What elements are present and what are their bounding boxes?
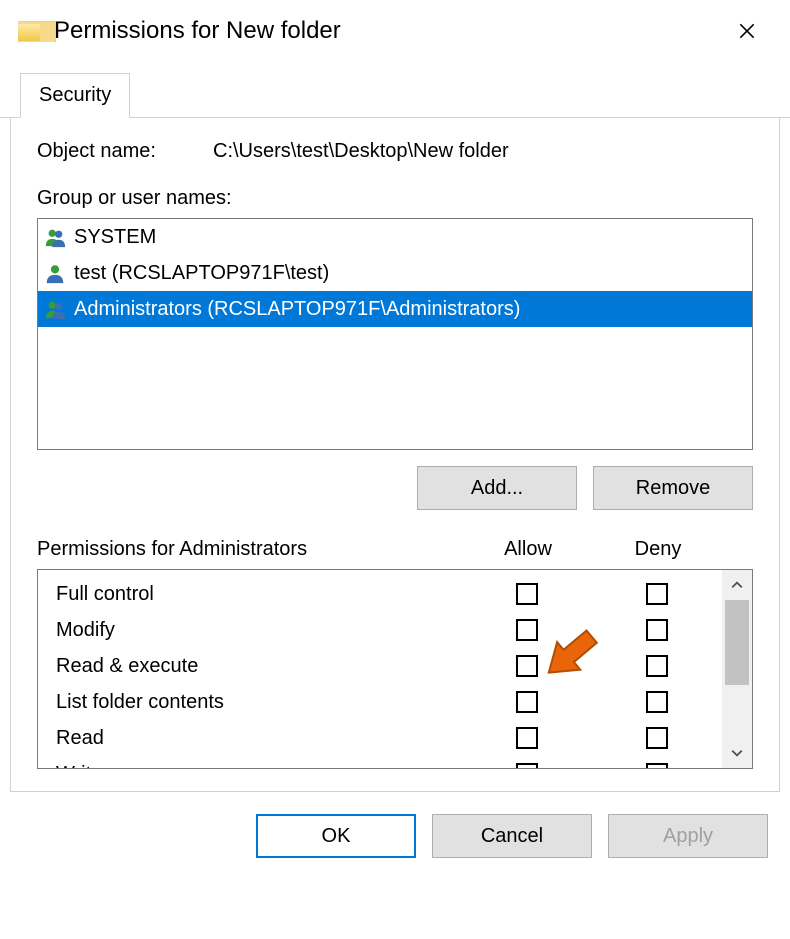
permission-row: Read: [56, 720, 722, 756]
tab-content: Object name: C:\Users\test\Desktop\New f…: [10, 118, 780, 792]
scroll-up-button[interactable]: [722, 570, 752, 600]
permission-name: List folder contents: [56, 691, 462, 714]
deny-checkbox[interactable]: [646, 583, 668, 605]
remove-button[interactable]: Remove: [593, 466, 753, 510]
object-row: Object name: C:\Users\test\Desktop\New f…: [37, 140, 753, 163]
close-button[interactable]: [724, 11, 770, 51]
dialog-footer: OK Cancel Apply: [0, 792, 790, 858]
permissions-for-label: Permissions for Administrators: [37, 538, 463, 561]
chevron-down-icon: [731, 747, 743, 759]
apply-button[interactable]: Apply: [608, 814, 768, 858]
permission-name: Modify: [56, 619, 462, 642]
scroll-track[interactable]: [722, 600, 752, 738]
add-button[interactable]: Add...: [417, 466, 577, 510]
allow-checkbox[interactable]: [516, 763, 538, 768]
permission-row: List folder contents: [56, 684, 722, 720]
object-name-value: C:\Users\test\Desktop\New folder: [213, 140, 509, 163]
permission-name: Read & execute: [56, 655, 462, 678]
permission-row: Read & execute: [56, 648, 722, 684]
chevron-up-icon: [731, 579, 743, 591]
group-item-label: test (RCSLAPTOP971F\test): [74, 262, 329, 285]
group-item-label: Administrators (RCSLAPTOP971F\Administra…: [74, 298, 520, 321]
deny-checkbox[interactable]: [646, 691, 668, 713]
allow-header: Allow: [463, 538, 593, 561]
allow-checkbox[interactable]: [516, 655, 538, 677]
permissions-listbox[interactable]: Full control Modify Read & execute List …: [37, 569, 753, 769]
close-icon: [739, 23, 755, 39]
deny-checkbox[interactable]: [646, 727, 668, 749]
groups-listbox[interactable]: SYSTEM test (RCSLAPTOP971F\test) Adminis…: [37, 218, 753, 450]
allow-checkbox[interactable]: [516, 727, 538, 749]
scroll-thumb[interactable]: [725, 600, 749, 685]
window-title: Permissions for New folder: [54, 17, 724, 45]
group-item[interactable]: SYSTEM: [38, 219, 752, 255]
allow-checkbox[interactable]: [516, 691, 538, 713]
group-item[interactable]: test (RCSLAPTOP971F\test): [38, 255, 752, 291]
object-name-label: Object name:: [37, 140, 177, 163]
scroll-down-button[interactable]: [722, 738, 752, 768]
tab-strip: Security: [0, 60, 790, 118]
deny-header: Deny: [593, 538, 723, 561]
allow-checkbox[interactable]: [516, 583, 538, 605]
tab-security[interactable]: Security: [20, 73, 130, 118]
group-item-label: SYSTEM: [74, 226, 156, 249]
group-item[interactable]: Administrators (RCSLAPTOP971F\Administra…: [38, 291, 752, 327]
ok-button[interactable]: OK: [256, 814, 416, 858]
permission-name: Read: [56, 727, 462, 750]
allow-checkbox[interactable]: [516, 619, 538, 641]
permission-name: Full control: [56, 583, 462, 606]
deny-checkbox[interactable]: [646, 619, 668, 641]
titlebar: Permissions for New folder: [0, 0, 790, 60]
permission-row: Full control: [56, 576, 722, 612]
deny-checkbox[interactable]: [646, 655, 668, 677]
permission-row: Modify: [56, 612, 722, 648]
folder-icon: [18, 21, 40, 41]
scrollbar[interactable]: [722, 570, 752, 768]
deny-checkbox[interactable]: [646, 763, 668, 768]
cancel-button[interactable]: Cancel: [432, 814, 592, 858]
permission-name: Write: [56, 763, 462, 769]
groups-label: Group or user names:: [37, 187, 753, 210]
permission-row: Write: [56, 756, 722, 768]
